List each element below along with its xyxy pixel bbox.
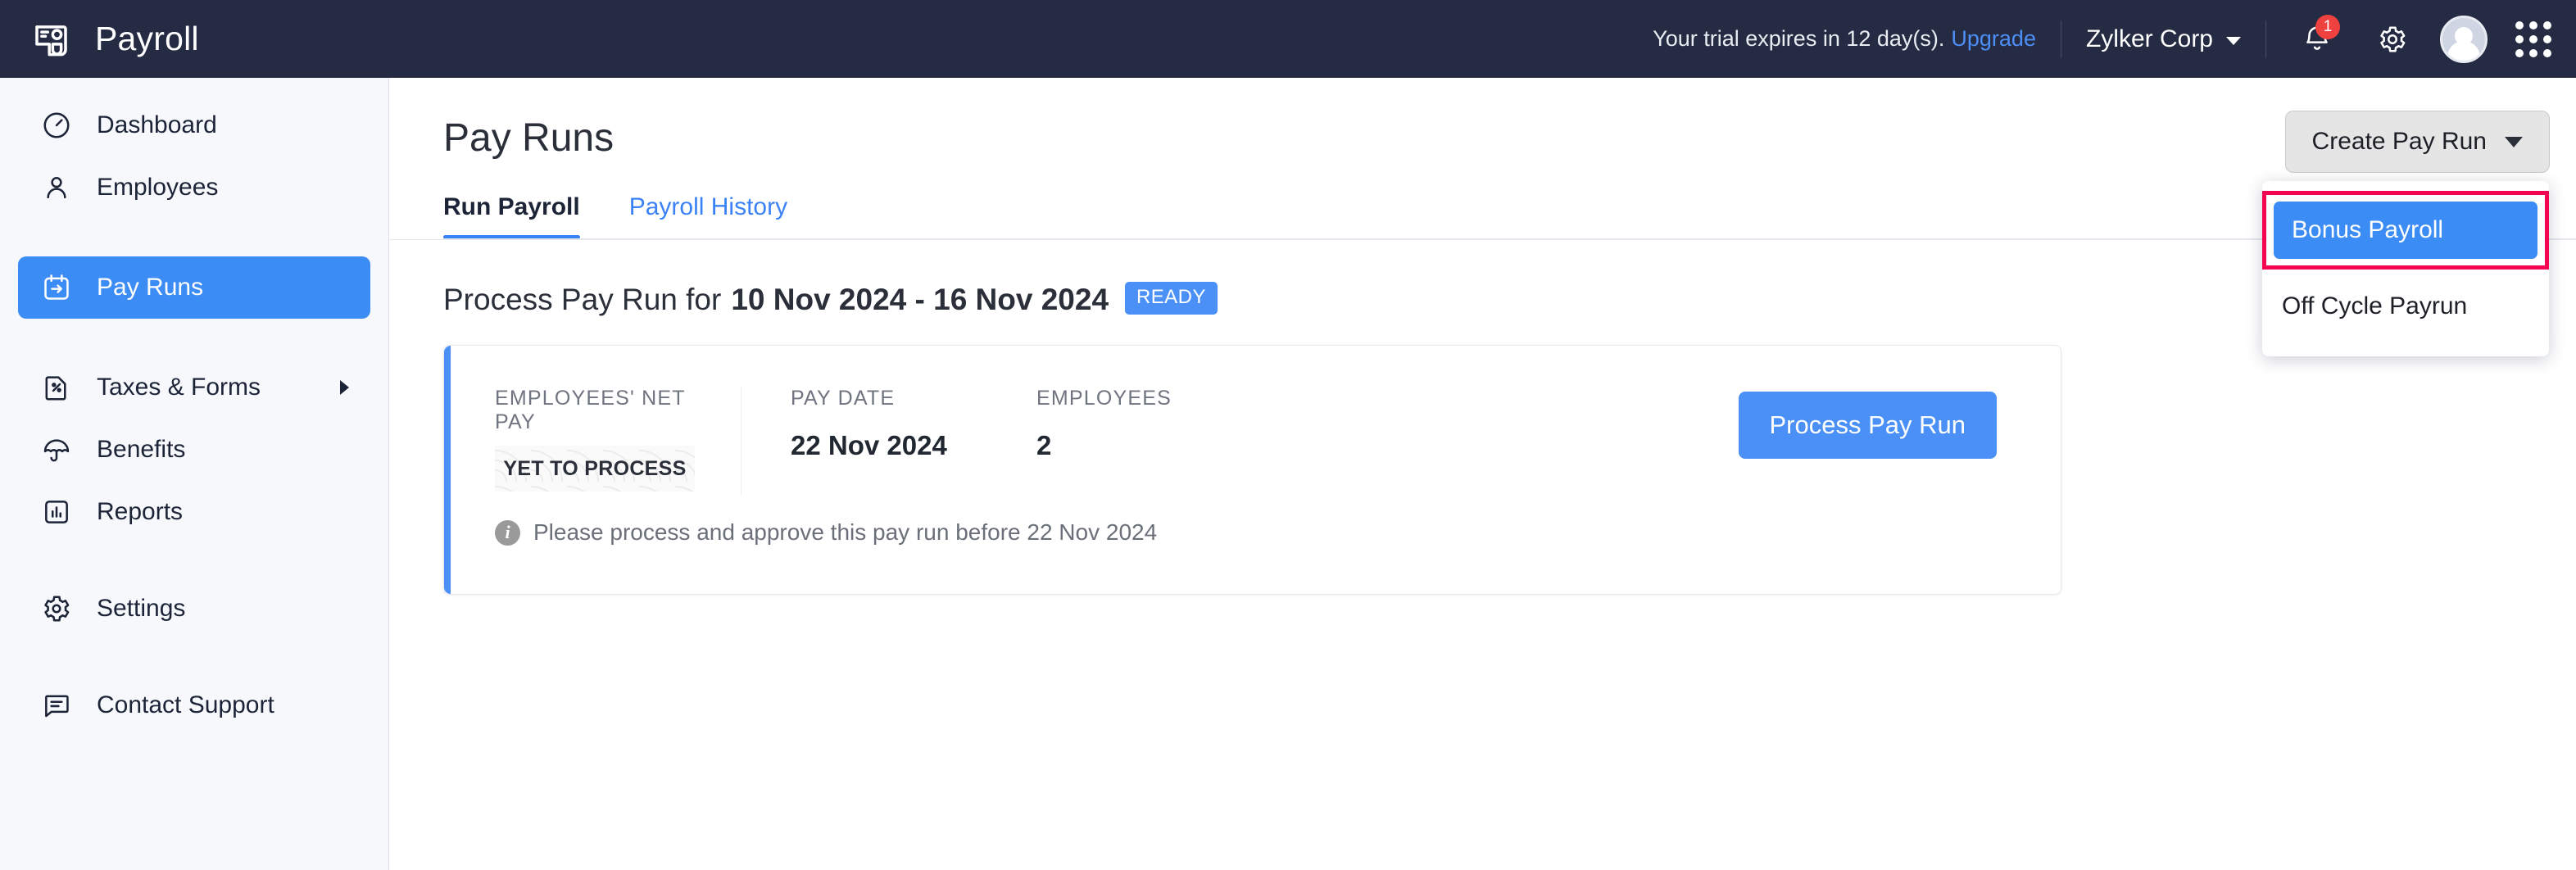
menu-item-off-cycle-payrun[interactable]: Off Cycle Payrun bbox=[2262, 278, 2549, 335]
org-name: Zylker Corp bbox=[2085, 25, 2213, 52]
chevron-down-icon bbox=[2226, 36, 2241, 45]
settings-button[interactable] bbox=[2366, 13, 2419, 66]
sidebar-item-employees[interactable]: Employees bbox=[18, 156, 370, 219]
sidebar-item-label: Reports bbox=[97, 498, 184, 525]
notifications-button[interactable]: 1 bbox=[2291, 13, 2343, 66]
upgrade-link[interactable]: Upgrade bbox=[1951, 26, 2036, 52]
create-pay-run-label: Create Pay Run bbox=[2311, 128, 2487, 155]
stat-value: 22 Nov 2024 bbox=[791, 430, 947, 460]
stat-pay-date: PAY DATE 22 Nov 2024 bbox=[791, 387, 1036, 461]
pay-run-period: 10 Nov 2024 - 16 Nov 2024 bbox=[731, 283, 1109, 316]
chat-bubble-icon bbox=[39, 688, 74, 723]
divider bbox=[2265, 20, 2266, 58]
person-icon bbox=[39, 170, 74, 205]
stat-label: EMPLOYEES' NET PAY bbox=[495, 387, 686, 433]
sidebar-item-pay-runs[interactable]: Pay Runs bbox=[18, 256, 370, 319]
sidebar-item-taxes-forms[interactable]: Taxes & Forms bbox=[18, 356, 370, 419]
selection-highlight-box: Bonus Payroll bbox=[2262, 191, 2549, 270]
create-pay-run-button[interactable]: Create Pay Run bbox=[2284, 111, 2550, 173]
sidebar-item-label: Benefits bbox=[97, 436, 186, 463]
sidebar-item-label: Pay Runs bbox=[97, 274, 204, 301]
chevron-right-icon bbox=[340, 380, 349, 395]
gear-icon bbox=[39, 591, 74, 626]
chevron-down-icon bbox=[2505, 136, 2523, 147]
tab-run-payroll[interactable]: Run Payroll bbox=[443, 193, 580, 239]
sidebar-item-label: Employees bbox=[97, 174, 219, 201]
pay-run-heading: Process Pay Run for 10 Nov 2024 - 16 Nov… bbox=[443, 282, 2576, 317]
process-pay-run-button[interactable]: Process Pay Run bbox=[1738, 392, 1997, 459]
stat-label: EMPLOYEES bbox=[1036, 387, 1172, 410]
stat-label: PAY DATE bbox=[791, 387, 896, 410]
tab-bar: Run Payroll Payroll History bbox=[443, 193, 2576, 239]
stat-value: YET TO PROCESS bbox=[495, 446, 695, 492]
umbrella-icon bbox=[39, 433, 74, 467]
pay-run-note-text: Please process and approve this pay run … bbox=[533, 519, 1158, 545]
calendar-arrow-icon bbox=[39, 270, 74, 305]
top-bar: Payroll Your trial expires in 12 day(s).… bbox=[0, 0, 2576, 78]
org-switcher[interactable]: Zylker Corp bbox=[2086, 25, 2241, 53]
sidebar-item-benefits[interactable]: Benefits bbox=[18, 419, 370, 481]
stat-value: 2 bbox=[1036, 430, 1052, 460]
sidebar-item-label: Taxes & Forms bbox=[97, 374, 261, 401]
pay-run-card: EMPLOYEES' NET PAY YET TO PROCESS PAY DA… bbox=[443, 345, 2061, 595]
main-content: Pay Runs Run Payroll Payroll History Pro… bbox=[389, 78, 2576, 870]
stat-employees-net-pay: EMPLOYEES' NET PAY YET TO PROCESS bbox=[495, 387, 741, 492]
app-root: Payroll Your trial expires in 12 day(s).… bbox=[0, 0, 2576, 870]
payroll-card-icon bbox=[31, 16, 77, 62]
menu-item-bonus-payroll[interactable]: Bonus Payroll bbox=[2274, 202, 2537, 259]
sidebar-item-label: Settings bbox=[97, 595, 186, 622]
gear-icon bbox=[2380, 25, 2406, 52]
brand-name: Payroll bbox=[95, 20, 199, 57]
percent-document-icon bbox=[39, 370, 74, 405]
page-title: Pay Runs bbox=[443, 116, 615, 160]
sidebar-item-dashboard[interactable]: Dashboard bbox=[18, 94, 370, 156]
menu-item-bonus-payroll-wrapper: Bonus Payroll bbox=[2262, 191, 2549, 270]
trial-notice: Your trial expires in 12 day(s). bbox=[1653, 26, 1945, 51]
sidebar-item-settings[interactable]: Settings bbox=[18, 578, 370, 640]
tab-payroll-history[interactable]: Payroll History bbox=[629, 193, 787, 239]
sidebar: Dashboard Employees Pay Runs Taxes & For… bbox=[0, 78, 389, 870]
brand-logo[interactable]: Payroll bbox=[0, 0, 389, 78]
bar-chart-icon bbox=[39, 495, 74, 529]
pay-run-note: i Please process and approve this pay ru… bbox=[444, 495, 2061, 546]
sidebar-item-label: Contact Support bbox=[97, 691, 274, 718]
create-pay-run-wrapper: Create Pay Run Bonus Payroll Off Cycle P… bbox=[2262, 111, 2550, 356]
tab-underline-rule bbox=[443, 238, 2576, 239]
page-header: Pay Runs Run Payroll Payroll History bbox=[389, 78, 2576, 239]
notification-badge: 1 bbox=[2315, 14, 2340, 39]
pay-run-stats-row: EMPLOYEES' NET PAY YET TO PROCESS PAY DA… bbox=[444, 346, 2061, 495]
stat-employees: EMPLOYEES 2 bbox=[1036, 387, 1266, 461]
top-bar-right: Your trial expires in 12 day(s). Upgrade… bbox=[1653, 0, 2576, 78]
info-icon: i bbox=[495, 519, 520, 546]
sidebar-item-contact-support[interactable]: Contact Support bbox=[18, 674, 370, 736]
body: Dashboard Employees Pay Runs Taxes & For… bbox=[0, 78, 2576, 870]
app-grid-icon[interactable] bbox=[2515, 20, 2551, 57]
sidebar-item-reports[interactable]: Reports bbox=[18, 481, 370, 543]
pay-run-section: Process Pay Run for 10 Nov 2024 - 16 Nov… bbox=[389, 240, 2576, 595]
sidebar-item-label: Dashboard bbox=[97, 111, 217, 138]
stat-divider bbox=[741, 387, 742, 495]
clock-icon bbox=[39, 108, 74, 143]
status-badge: READY bbox=[1125, 282, 1218, 315]
pay-run-heading-prefix: Process Pay Run for bbox=[443, 283, 722, 316]
avatar[interactable] bbox=[2440, 15, 2488, 63]
create-pay-run-menu: Bonus Payroll Off Cycle Payrun bbox=[2262, 181, 2549, 356]
